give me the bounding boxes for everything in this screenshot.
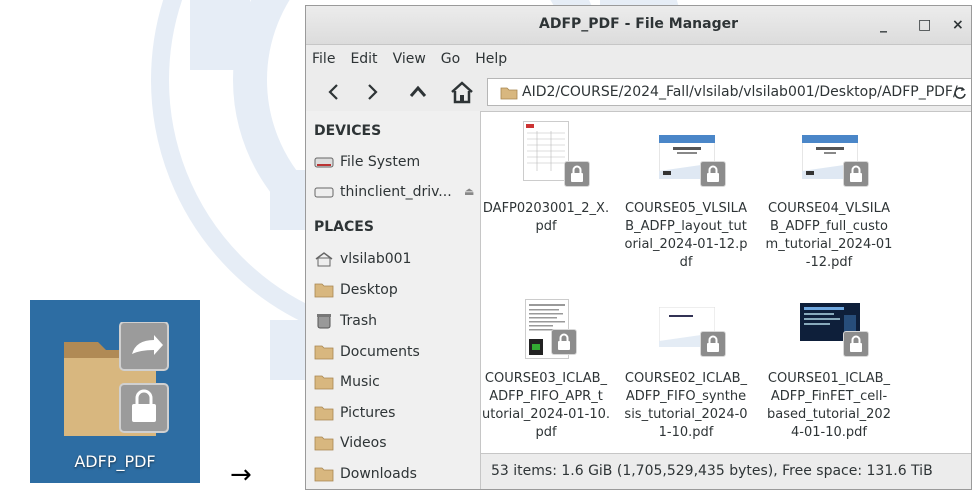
file-item[interactable]: COURSE03_ICLAB_ ADFP_FIFO_APR_t utorial_20… [481,287,611,442]
menu-bar: File Edit View Go Help [306,45,971,73]
desktop-icon-label: ADFP_PDF [74,452,156,471]
back-icon[interactable] [320,79,348,105]
menu-file[interactable]: File [312,51,335,67]
menu-go[interactable]: Go [441,51,460,67]
sidebar-item-label: Downloads [340,466,417,482]
lock-icon [843,331,869,357]
trash-icon [317,314,331,329]
sidebar: DEVICES File System thinclient_driv... ⏏… [306,111,481,489]
lock-icon [843,161,869,187]
file-item[interactable]: COURSE01_ICLAB_ ADFP_FinFET_cell-based_tu… [764,287,894,442]
lock-icon [700,331,726,357]
arrow-indicator: → [230,460,252,490]
sidebar-item-label: Desktop [340,282,398,298]
menu-edit[interactable]: Edit [350,51,377,67]
sidebar-item-label: Trash [340,313,377,329]
folder-icon [314,406,334,421]
sidebar-item-trash[interactable]: Trash [314,310,377,332]
file-item[interactable]: DAFP0203001_2_X. pdf [481,117,611,236]
file-grid: DAFP0203001_2_X. pdf COURSE05_VLSILA B_ADF [481,111,971,453]
menu-view[interactable]: View [393,51,426,67]
locked-folder-link-icon [64,322,169,436]
file-name: DAFP0203001_2_X. pdf [482,201,610,234]
file-item[interactable]: COURSE02_ICLAB_ ADFP_FIFO_synthe sis_tutor… [621,287,751,442]
file-name: COURSE05_VLSILA B_ADFP_layout_tut orial_20… [624,201,748,270]
lock-icon [700,161,726,187]
folder-icon [500,87,518,100]
folder-icon [314,375,334,390]
sidebar-item-label: Music [340,374,380,390]
file-name: COURSE04_VLSILA B_ADFP_full_custo m_tutori… [765,201,893,270]
places-header: PLACES [314,219,374,235]
close-button[interactable]: × [952,17,964,33]
sidebar-item-file-system[interactable]: File System [314,151,420,173]
folder-icon [314,283,334,298]
up-icon[interactable] [404,79,432,105]
devices-header: DEVICES [314,123,382,139]
window-title: ADFP_PDF - File Manager [538,16,739,32]
file-name: COURSE03_ICLAB_ ADFP_FIFO_APR_t utorial_20… [481,371,610,440]
home-icon [315,252,333,267]
lock-icon [551,329,577,355]
sidebar-item-desktop[interactable]: Desktop [314,279,398,301]
sidebar-item-pictures[interactable]: Pictures [314,402,395,424]
desktop-folder-shortcut[interactable]: ADFP_PDF [30,300,200,483]
forward-icon[interactable] [358,79,386,105]
pdf-thumbnail-icon [523,121,569,181]
folder-icon [314,436,334,451]
file-manager-window: ADFP_PDF - File Manager _ □ × File Edit … [305,5,972,490]
sidebar-item-downloads[interactable]: Downloads [314,463,417,485]
file-name: COURSE02_ICLAB_ ADFP_FIFO_synthe sis_tutor… [624,371,748,440]
home-icon[interactable] [448,79,476,105]
sidebar-item-label: Pictures [340,405,396,421]
sidebar-item-documents[interactable]: Documents [314,341,420,363]
file-name: COURSE01_ICLAB_ ADFP_FinFET_cell-based_tu… [767,371,891,440]
status-bar: 53 items: 1.6 GiB (1,705,529,435 bytes),… [481,453,971,489]
drive-icon [314,187,334,198]
file-item[interactable]: COURSE04_VLSILA B_ADFP_full_custo m_tutori… [764,117,894,272]
lock-icon [564,161,590,187]
status-text: 53 items: 1.6 GiB (1,705,529,435 bytes),… [491,463,933,479]
location-path: AID2/COURSE/2024_Fall/vlsilab/vlsilab001… [522,84,958,100]
sidebar-item-label: thinclient_driv... [340,184,452,200]
sidebar-item-videos[interactable]: Videos [314,432,387,454]
sidebar-item-label: File System [340,154,421,170]
sidebar-item-thinclient-drives[interactable]: thinclient_driv... [314,181,452,203]
sidebar-item-label: Documents [340,344,420,360]
maximize-button[interactable]: □ [918,17,931,33]
sidebar-item-label: vlsilab001 [340,251,412,267]
menu-help[interactable]: Help [475,51,507,67]
eject-icon[interactable]: ⏏ [464,185,474,198]
reload-icon[interactable] [952,86,968,100]
drive-icon [314,157,334,168]
sidebar-item-label: Videos [340,435,387,451]
sidebar-item-vlsilab001[interactable]: vlsilab001 [314,248,411,270]
folder-icon [314,467,334,482]
title-bar[interactable]: ADFP_PDF - File Manager _ □ × [306,6,971,45]
minimize-button[interactable]: _ [880,17,887,33]
folder-icon [314,345,334,360]
file-item[interactable]: COURSE05_VLSILA B_ADFP_layout_tut orial_20… [621,117,751,272]
location-bar[interactable]: AID2/COURSE/2024_Fall/vlsilab/vlsilab001… [487,78,971,106]
sidebar-item-music[interactable]: Music [314,371,380,393]
toolbar: AID2/COURSE/2024_Fall/vlsilab/vlsilab001… [306,73,971,112]
